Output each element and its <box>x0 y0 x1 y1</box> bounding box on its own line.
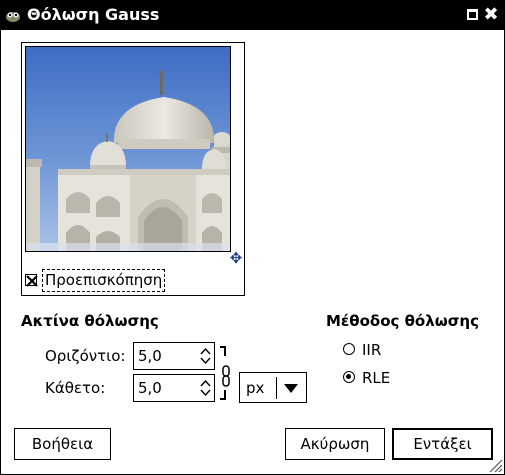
chain-bracket-bottom <box>220 390 226 400</box>
preview-panel: ✥ Προεπισκόπηση <box>21 42 245 296</box>
taj-mahal-preview-image[interactable] <box>25 46 231 252</box>
blur-radius-heading: Ακτίνα θόλωσης <box>21 312 159 330</box>
unit-value[interactable]: px <box>246 379 264 397</box>
vertical-spinbutton[interactable]: 5,0 <box>133 374 215 402</box>
radio-iir[interactable] <box>343 343 355 355</box>
maximize-icon[interactable] <box>467 9 478 20</box>
move-icon[interactable]: ✥ <box>229 251 243 266</box>
unit-combobox[interactable]: px <box>239 372 307 403</box>
vertical-value[interactable]: 5,0 <box>138 379 162 397</box>
gimp-icon <box>5 8 21 22</box>
chain-bracket-top <box>220 346 226 356</box>
window-title: Θόλωση Gauss <box>27 5 160 24</box>
radio-iir-label[interactable]: IIR <box>362 341 381 359</box>
horizontal-spinbutton[interactable]: 5,0 <box>133 342 215 370</box>
preview-checkbox[interactable] <box>25 274 38 287</box>
resize-grip-icon[interactable] <box>487 457 503 473</box>
combo-separator <box>276 377 277 399</box>
preview-checkbox-label[interactable]: Προεπισκόπηση <box>42 269 166 292</box>
title-bar[interactable]: Θόλωση Gauss ✖ <box>1 1 504 30</box>
radio-rle[interactable] <box>343 371 355 383</box>
blur-method-heading: Μέθοδος θόλωσης <box>326 312 480 330</box>
close-icon[interactable]: ✖ <box>483 6 499 24</box>
gaussian-blur-dialog: Θόλωση Gauss ✖ ✥ Προεπισκόπηση Ακτίνα θό… <box>0 0 505 475</box>
spin-arrows-icon[interactable] <box>200 378 211 398</box>
horizontal-value[interactable]: 5,0 <box>138 347 162 365</box>
ok-button[interactable]: Εντάξει <box>392 428 493 460</box>
help-button[interactable]: Βοήθεια <box>14 428 111 460</box>
radio-rle-label[interactable]: RLE <box>362 369 390 387</box>
vertical-label: Κάθετο: <box>45 379 106 397</box>
cancel-button[interactable]: Ακύρωση <box>285 428 385 460</box>
dropdown-arrow-icon[interactable] <box>284 384 298 393</box>
chain-link-icon[interactable] <box>220 365 232 387</box>
spin-arrows-icon[interactable] <box>200 346 211 366</box>
horizontal-label: Οριζόντιο: <box>45 347 126 365</box>
